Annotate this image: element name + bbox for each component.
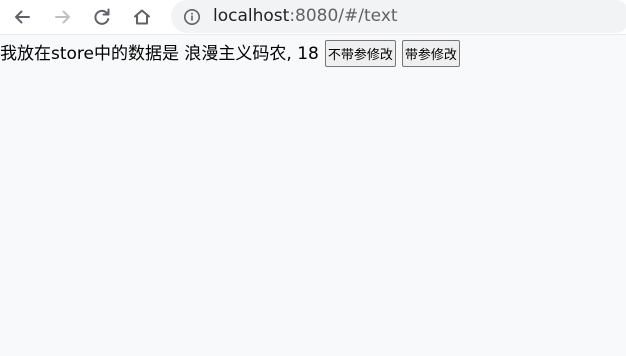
browser-toolbar: localhost:8080/#/text (0, 0, 626, 35)
message-prefix: 我放在store中的数据是 (0, 43, 179, 64)
info-icon[interactable] (183, 8, 201, 26)
page-content: 我放在store中的数据是 浪漫主义码农, 18 不带参修改 带参修改 (0, 35, 626, 356)
store-message: 我放在store中的数据是 浪漫主义码农, 18 (0, 41, 319, 67)
store-age-value: 18 (297, 43, 319, 64)
store-name-value: 浪漫主义码农 (184, 43, 287, 64)
address-bar[interactable]: localhost:8080/#/text (171, 0, 626, 33)
store-data-line: 我放在store中的数据是 浪漫主义码农, 18 不带参修改 带参修改 (0, 40, 460, 67)
url-path: :8080/#/text (289, 6, 398, 26)
reload-button[interactable] (89, 4, 115, 30)
url-text[interactable]: localhost:8080/#/text (213, 6, 398, 27)
home-button[interactable] (129, 4, 155, 30)
url-host: localhost (213, 6, 290, 26)
modify-with-param-button[interactable]: 带参修改 (401, 40, 460, 67)
back-arrow-icon (15, 10, 30, 24)
forward-arrow-icon (55, 10, 70, 24)
home-icon (134, 9, 150, 25)
forward-button[interactable] (50, 4, 76, 30)
value-separator: , (286, 43, 292, 64)
back-button[interactable] (9, 4, 35, 30)
modify-without-param-button[interactable]: 不带参修改 (324, 40, 396, 67)
reload-icon (94, 8, 110, 25)
